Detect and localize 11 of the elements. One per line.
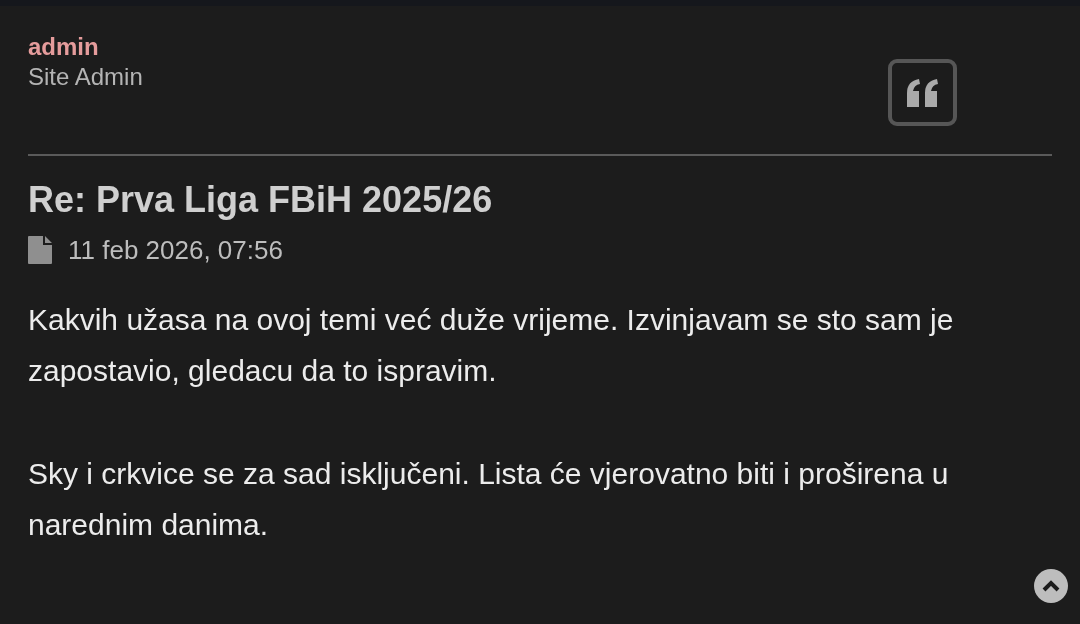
document-icon	[28, 236, 52, 264]
chevron-up-icon	[1042, 580, 1060, 592]
post-paragraph: Sky i crkvice se za sad isključeni. Lista će vjerovatno biti i proširena u narednim danima.	[28, 456, 950, 543]
quote-button[interactable]	[888, 59, 957, 126]
post-title[interactable]: Re: Prva Liga FBiH 2025/26	[28, 178, 1052, 222]
quote-icon	[904, 76, 941, 109]
author-rank: Site Admin	[28, 62, 143, 92]
post-paragraph: Kakvih užasa na ovoj temi već duže vrijeme. Izvinjavam se sto sam je zapostavio, gledacu da to ispravim.	[28, 302, 955, 389]
post-date: 11 feb 2026, 07:56	[68, 234, 283, 266]
author-name[interactable]: admin	[28, 32, 143, 62]
scroll-top-button[interactable]	[1034, 569, 1068, 603]
